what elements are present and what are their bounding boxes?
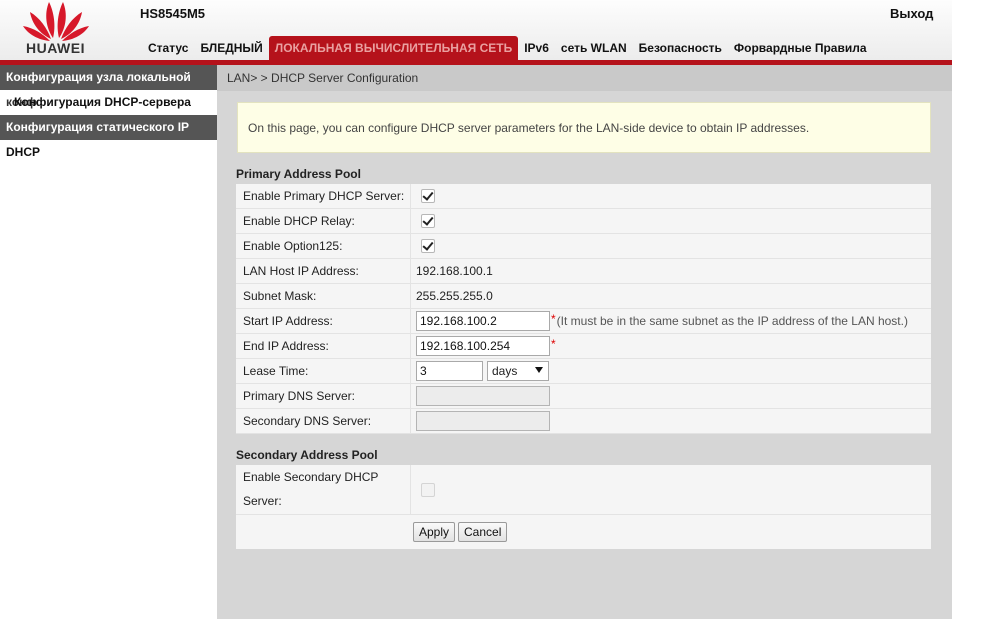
enable-dhcp-relay-cell — [411, 209, 931, 233]
logout-link[interactable]: Выход — [890, 6, 933, 21]
device-model: HS8545M5 — [140, 6, 206, 21]
primary-dns-cell — [411, 384, 931, 408]
enable-primary-dhcp-label: Enable Primary DHCP Server: — [236, 184, 411, 208]
secondary-dns-label: Secondary DNS Server: — [236, 409, 411, 433]
secondary-dns-cell — [411, 409, 931, 433]
primary-pool-title: Primary Address Pool — [236, 167, 361, 181]
sidebar-item-static-ip-config[interactable]: Конфигурация статического IP — [0, 115, 217, 140]
table-row: Subnet Mask: 255.255.255.0 — [236, 284, 931, 309]
start-ip-hint: (It must be in the same subnet as the IP… — [556, 314, 908, 328]
sidebar-item-dhcp[interactable]: DHCP — [0, 140, 217, 165]
table-row: Secondary DNS Server: — [236, 409, 931, 434]
nav-tab-wlan[interactable]: сеть WLAN — [555, 36, 633, 60]
enable-primary-dhcp-checkbox[interactable] — [421, 189, 435, 203]
enable-option125-cell — [411, 234, 931, 258]
primary-dns-label: Primary DNS Server: — [236, 384, 411, 408]
sidebar: Конфигурация узла локальной конф Конфигу… — [0, 65, 217, 619]
start-ip-input[interactable]: 192.168.100.2 — [416, 311, 550, 331]
nav-tab-wan[interactable]: БЛЕДНЫЙ — [194, 36, 268, 60]
secondary-pool-table: Enable Secondary DHCP Server: — [236, 465, 931, 515]
lease-time-label: Lease Time: — [236, 359, 411, 383]
secondary-pool-title: Secondary Address Pool — [236, 448, 378, 462]
page-margin — [952, 0, 1002, 619]
subnet-mask-text: 255.255.255.0 — [416, 289, 493, 303]
lan-host-ip-label: LAN Host IP Address: — [236, 259, 411, 283]
nav-tab-security[interactable]: Безопасность — [633, 36, 728, 60]
enable-dhcp-relay-label: Enable DHCP Relay: — [236, 209, 411, 233]
breadcrumb: LAN> > DHCP Server Configuration — [217, 65, 952, 91]
nav-tab-forward-rules[interactable]: Форвардные Правила — [728, 36, 873, 60]
table-row: Enable Primary DHCP Server: — [236, 184, 931, 209]
table-row: Primary DNS Server: — [236, 384, 931, 409]
start-ip-cell: 192.168.100.2 * (It must be in the same … — [411, 309, 931, 333]
table-row: Enable DHCP Relay: — [236, 209, 931, 234]
nav-tab-status[interactable]: Статус — [142, 36, 194, 60]
apply-button[interactable]: Apply — [413, 522, 456, 542]
primary-pool-table: Enable Primary DHCP Server: Enable DHCP … — [236, 184, 931, 434]
header-bar: HUAWEI HS8545M5 Выход Статус БЛЕДНЫЙ ЛОК… — [0, 0, 952, 60]
enable-secondary-dhcp-checkbox[interactable] — [421, 482, 435, 497]
page-description: On this page, you can configure DHCP ser… — [237, 102, 931, 153]
nav-tab-lan[interactable]: ЛОКАЛЬНАЯ ВЫЧИСЛИТЕЛЬНАЯ СЕТЬ — [268, 36, 519, 60]
end-ip-cell: 192.168.100.254 * — [411, 334, 931, 358]
lease-unit-select[interactable]: days — [487, 361, 549, 381]
required-mark: * — [551, 337, 556, 351]
main-content: LAN> > DHCP Server Configuration On this… — [217, 65, 952, 619]
end-ip-label: End IP Address: — [236, 334, 411, 358]
required-mark: * — [551, 312, 556, 326]
lease-time-input[interactable]: 3 — [416, 361, 483, 381]
table-row: LAN Host IP Address: 192.168.100.1 — [236, 259, 931, 284]
table-row: End IP Address: 192.168.100.254 * — [236, 334, 931, 359]
enable-option125-label: Enable Option125: — [236, 234, 411, 258]
table-row: Enable Secondary DHCP Server: — [236, 465, 931, 515]
enable-dhcp-relay-checkbox[interactable] — [421, 214, 435, 228]
sidebar-item-dhcp-server-config[interactable]: конф Конфигурация DHCP-сервера — [0, 90, 217, 115]
dropdown-arrow-icon — [535, 367, 543, 373]
lan-host-ip-text: 192.168.100.1 — [416, 264, 493, 278]
main-nav: Статус БЛЕДНЫЙ ЛОКАЛЬНАЯ ВЫЧИСЛИТЕЛЬНАЯ … — [142, 36, 873, 60]
end-ip-input[interactable]: 192.168.100.254 — [416, 336, 550, 356]
subnet-mask-label: Subnet Mask: — [236, 284, 411, 308]
secondary-dns-input[interactable] — [416, 411, 550, 431]
table-row: Start IP Address: 192.168.100.2 * (It mu… — [236, 309, 931, 334]
lan-host-ip-value: 192.168.100.1 — [411, 259, 931, 283]
enable-secondary-dhcp-cell — [411, 465, 931, 514]
button-bar: Apply Cancel — [236, 515, 931, 549]
subnet-mask-value: 255.255.255.0 — [411, 284, 931, 308]
enable-secondary-dhcp-label: Enable Secondary DHCP Server: — [236, 465, 411, 514]
brand-name: HUAWEI — [26, 40, 85, 56]
enable-primary-dhcp-cell — [411, 184, 931, 208]
primary-dns-input[interactable] — [416, 386, 550, 406]
table-row: Lease Time: 3 days — [236, 359, 931, 384]
nav-tab-ipv6[interactable]: IPv6 — [518, 36, 555, 60]
start-ip-label: Start IP Address: — [236, 309, 411, 333]
sidebar-item-label: Конфигурация DHCP-сервера — [14, 95, 191, 109]
lease-time-cell: 3 days — [411, 359, 931, 383]
lease-unit-value: days — [492, 364, 518, 378]
table-row: Enable Option125: — [236, 234, 931, 259]
enable-option125-checkbox[interactable] — [421, 239, 435, 253]
sidebar-item-lan-host-config[interactable]: Конфигурация узла локальной — [0, 65, 217, 90]
cancel-button[interactable]: Cancel — [458, 522, 508, 542]
